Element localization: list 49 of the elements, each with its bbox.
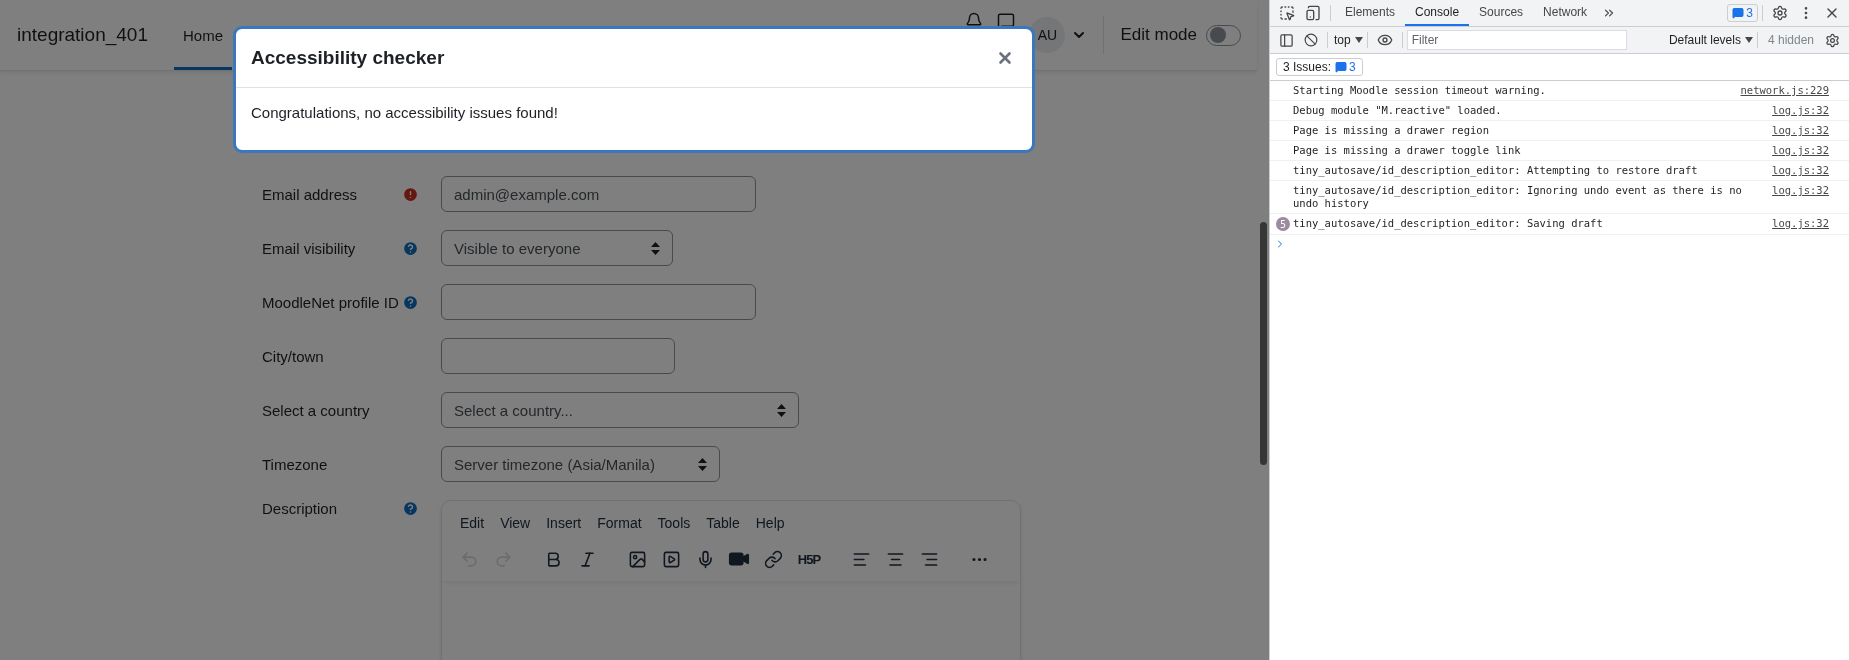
source-link[interactable]: log.js:32 xyxy=(1772,124,1829,137)
text-field[interactable]: admin@example.com xyxy=(441,176,756,212)
field-label: MoodleNet profile ID xyxy=(262,293,400,311)
source-link[interactable]: log.js:32 xyxy=(1772,144,1829,157)
source-link[interactable]: log.js:32 xyxy=(1772,164,1829,177)
user-avatar[interactable]: AU xyxy=(1029,17,1066,53)
issues-button[interactable]: 3 Issues: 3 xyxy=(1276,58,1363,76)
site-name[interactable]: integration_401 xyxy=(17,24,148,46)
console-message: tiny_autosave/id_description_editor: Attempting to restore draft xyxy=(1293,164,1699,177)
log-levels-dropdown[interactable]: Default levels xyxy=(1668,33,1753,47)
field-label: Select a country xyxy=(262,401,371,419)
filter-field[interactable]: Filter xyxy=(1406,30,1627,50)
devtools-tab[interactable]: Sources xyxy=(1469,0,1534,26)
repeat-count: 5 xyxy=(1276,217,1290,231)
field-label: City/town xyxy=(262,347,325,365)
console-message: tiny_autosave/id_description_editor: Saving draft xyxy=(1293,217,1604,230)
rich-text-editor[interactable]: Edit View Insert Format Tools Table Help H5P xyxy=(441,500,1021,660)
context-selector[interactable]: top xyxy=(1334,33,1363,47)
source-link[interactable]: log.js:32 xyxy=(1772,184,1829,197)
editor-menu-item[interactable]: Insert xyxy=(538,509,590,537)
console-message: tiny_autosave/id_description_editor: Ignoring undo event as there is no undo history xyxy=(1293,184,1743,210)
modal-title: Accessibility checker xyxy=(251,47,445,69)
hidden-count: 4 hidden xyxy=(1767,33,1814,47)
editor-menu-item[interactable]: Table xyxy=(698,509,748,537)
editor-menu-item[interactable]: Format xyxy=(589,509,650,537)
editor-menu-item[interactable]: View xyxy=(492,509,539,537)
edit-mode-label: Edit mode xyxy=(1120,25,1197,45)
source-link[interactable]: log.js:32 xyxy=(1772,217,1829,230)
editor-menu-item[interactable]: Tools xyxy=(649,509,699,537)
field-label: Email visibility xyxy=(262,239,357,257)
field-label: Email address xyxy=(262,185,359,203)
issues-badge[interactable]: 3 xyxy=(1727,4,1758,22)
console-message: Debug module "M.reactive" loaded. xyxy=(1293,104,1503,117)
editor-menu-item[interactable]: Edit xyxy=(452,509,493,537)
h5p-button[interactable]: H5P xyxy=(790,551,828,567)
editor-menu-item[interactable]: Help xyxy=(747,509,793,537)
source-link[interactable]: network.js:229 xyxy=(1740,84,1829,97)
console-message: Starting Moodle session timeout warning. xyxy=(1293,84,1547,97)
select-field[interactable]: Select a country... xyxy=(441,392,799,428)
console-message: Page is missing a drawer toggle link xyxy=(1293,144,1522,157)
source-link[interactable]: log.js:32 xyxy=(1772,104,1829,117)
modal-message: Congratulations, no accessibility issues found! xyxy=(251,104,558,121)
field-label: Description xyxy=(262,500,339,517)
console-message: Page is missing a drawer region xyxy=(1293,124,1490,137)
devtools-tab[interactable]: Elements xyxy=(1335,0,1406,26)
devtools-tab[interactable]: Network xyxy=(1533,0,1598,26)
select-field[interactable]: Server timezone (Asia/Manila) xyxy=(441,446,720,482)
field-label: Timezone xyxy=(262,455,329,473)
select-field[interactable]: Visible to everyone xyxy=(441,230,673,266)
